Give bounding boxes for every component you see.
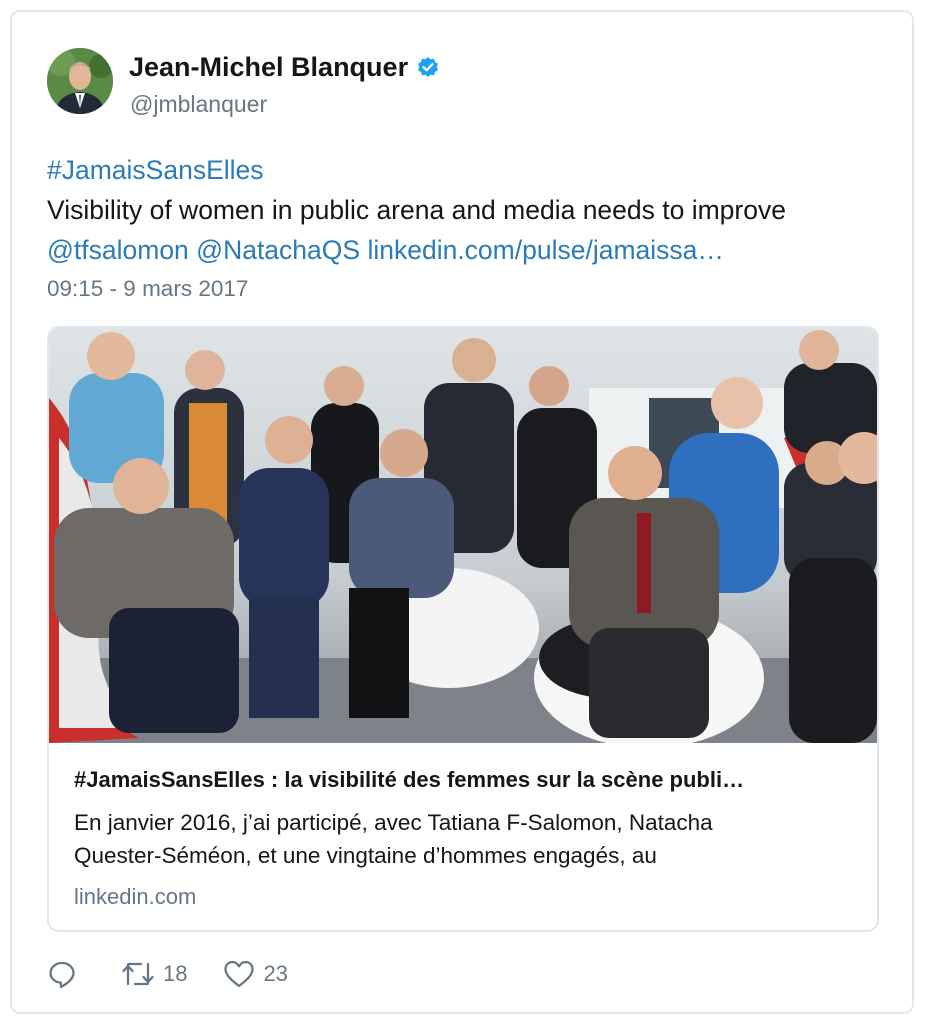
tweet-text: #JamaisSansElles Visibility of women in …	[47, 150, 897, 270]
like-button[interactable]: 23	[223, 959, 288, 989]
retweet-button[interactable]: 18	[121, 959, 187, 989]
tweet-card: Jean-Michel Blanquer @jmblanquer #Jamais…	[10, 10, 914, 1014]
reply-icon	[49, 961, 75, 989]
retweet-count: 18	[163, 961, 188, 986]
verified-badge-icon	[416, 56, 440, 87]
tweet-timestamp[interactable]: 09:15 - 9 mars 2017	[47, 276, 248, 302]
hashtag-link[interactable]: #JamaisSansElles	[47, 155, 264, 185]
article-url-link[interactable]: linkedin.com/pulse/jamaissa…	[367, 235, 723, 265]
like-count: 23	[263, 961, 288, 986]
mention-natachaqs[interactable]: @NatachaQS	[196, 235, 360, 265]
like-icon	[224, 960, 255, 988]
tweet-body: Visibility of women in public arena and …	[47, 195, 786, 225]
author-name-text: Jean-Michel Blanquer	[129, 52, 409, 82]
avatar-photo	[47, 48, 113, 114]
card-title: #JamaisSansElles : la visibilité des fem…	[74, 767, 745, 792]
card-photo	[49, 328, 877, 743]
card-text: #JamaisSansElles : la visibilité des fem…	[74, 766, 864, 910]
link-preview-card[interactable]: #JamaisSansElles : la visibilité des fem…	[47, 326, 879, 932]
reply-button[interactable]	[47, 959, 85, 989]
author-handle[interactable]: @jmblanquer	[130, 91, 267, 118]
retweet-icon	[122, 962, 154, 986]
author-name[interactable]: Jean-Michel Blanquer	[129, 52, 440, 87]
card-description: En janvier 2016, j’ai participé, avec Ta…	[74, 806, 864, 872]
card-description-line: En janvier 2016, j’ai participé, avec Ta…	[74, 810, 713, 835]
mention-tfsalomon[interactable]: @tfsalomon	[47, 235, 189, 265]
card-domain: linkedin.com	[74, 884, 197, 909]
tweet-actions: 18 23	[47, 958, 324, 990]
card-description-line: Quester-Séméon, et une vingtaine d’homme…	[74, 843, 657, 868]
avatar[interactable]	[47, 48, 113, 114]
